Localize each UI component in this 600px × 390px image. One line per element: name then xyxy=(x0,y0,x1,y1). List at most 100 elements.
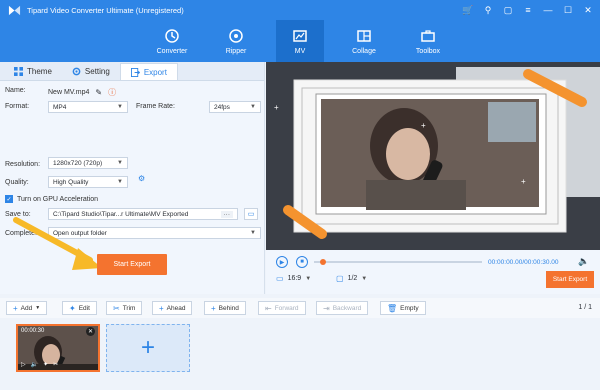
disc-icon xyxy=(229,28,243,43)
cart-icon[interactable]: 🛒 xyxy=(460,2,476,18)
progress-track[interactable] xyxy=(314,259,482,265)
mv-icon xyxy=(293,29,307,42)
trash-icon: 🗑 xyxy=(387,303,398,313)
setting-gear-icon xyxy=(72,67,81,76)
name-value-row: New MV.mp4 ✎ ⓘ xyxy=(48,87,116,98)
clip-timeline: 00:00:30 ✕ ▷ 🔈 ✦ ✂ + xyxy=(0,318,600,390)
name-value: New MV.mp4 xyxy=(48,89,90,96)
add-clip-placeholder[interactable]: + xyxy=(106,324,190,372)
chevron-down-icon: ▼ xyxy=(117,179,123,185)
backward-button[interactable]: ⇥ Backward xyxy=(316,301,369,315)
clip-audio-icon[interactable]: 🔈 xyxy=(31,361,38,368)
chevron-down-icon: ▼ xyxy=(35,305,41,311)
aspect-control[interactable]: ▭ 16:9 ▼ xyxy=(276,274,311,283)
tab-theme-label: Theme xyxy=(27,67,52,76)
play-icon[interactable]: ▶ xyxy=(276,256,288,268)
feedback-icon[interactable]: ▢ xyxy=(500,2,516,18)
tab-collage[interactable]: Collage xyxy=(340,20,388,62)
frame-rate-label: Frame Rate: xyxy=(136,103,175,110)
bottom-toolbar: + Add ▼ ✦ Edit ✂ Trim + Ahead + Behind ⇤ Forwar… xyxy=(0,298,600,318)
tab-converter[interactable]: Converter xyxy=(148,20,196,62)
ahead-button[interactable]: + Ahead xyxy=(152,301,193,315)
tab-toolbox[interactable]: Toolbox xyxy=(404,20,452,62)
behind-label: Behind xyxy=(218,304,239,312)
menu-icon[interactable]: ≡ xyxy=(520,2,536,18)
edit-name-icon[interactable]: ✎ xyxy=(95,88,102,97)
open-folder-icon[interactable]: ▭ xyxy=(244,208,258,220)
stop-icon[interactable]: ■ xyxy=(296,256,308,268)
tab-ripper[interactable]: Ripper xyxy=(212,20,260,62)
tab-export[interactable]: Export xyxy=(119,63,178,80)
resolution-select[interactable]: 1280x720 (720p) ▼ xyxy=(48,157,128,169)
add-button[interactable]: + Add ▼ xyxy=(6,301,48,315)
volume-icon[interactable]: 🔈 xyxy=(578,256,589,267)
aspect-value: 16:9 xyxy=(287,275,302,282)
video-preview: + + + xyxy=(266,62,600,250)
tab-converter-label: Converter xyxy=(156,47,188,55)
format-select[interactable]: MP4 ▼ xyxy=(48,101,128,113)
chevron-down-icon: ▼ xyxy=(117,104,123,110)
info-icon[interactable]: ⓘ xyxy=(108,87,116,98)
tab-setting[interactable]: Setting xyxy=(62,63,120,80)
start-export-button[interactable]: Start Export xyxy=(97,254,167,275)
clip-edit-icon[interactable]: ✦ xyxy=(43,361,48,368)
maximize-icon[interactable]: ☐ xyxy=(560,2,576,18)
clip-play-icon[interactable]: ▷ xyxy=(21,361,26,368)
quality-value: High Quality xyxy=(53,178,89,186)
tab-export-label: Export xyxy=(143,67,167,77)
resolution-value: 1280x720 (720p) xyxy=(53,159,103,167)
time-display: 00:00:00.00/00:00:30.00 xyxy=(488,259,559,266)
forward-label: Forward xyxy=(274,304,299,312)
behind-button[interactable]: + Behind xyxy=(204,301,246,315)
forward-button[interactable]: ⇤ Forward xyxy=(258,301,306,315)
quality-label: Quality: xyxy=(5,179,29,186)
tab-mv-label: MV xyxy=(294,47,306,55)
gpu-checkbox[interactable]: ✓ xyxy=(5,195,13,203)
player-controls: ▶ ■ 00:00:00.00/00:00:30.00 🔈 ▭ 16:9 ▼ ▢… xyxy=(266,250,600,294)
export-icon xyxy=(130,67,140,77)
gpu-label: Turn on GPU Acceleration xyxy=(17,195,99,203)
key-icon[interactable]: ⚲ xyxy=(480,2,496,18)
app-header: Tipard Video Converter Ultimate (Unregis… xyxy=(0,0,600,62)
remove-clip-icon[interactable]: ✕ xyxy=(86,327,95,336)
tab-toolbox-label: Toolbox xyxy=(415,47,441,55)
screen-control[interactable]: ▢ 1/2 ▼ xyxy=(336,274,367,283)
backward-label: Backward xyxy=(332,304,362,312)
name-label: Name: xyxy=(5,87,26,94)
chevron-down-icon: ▼ xyxy=(305,275,312,282)
tab-setting-label: Setting xyxy=(84,67,110,76)
panel-tabs: Theme Setting Export xyxy=(0,62,264,81)
pointer-arrow-icon xyxy=(13,217,102,270)
tab-ripper-label: Ripper xyxy=(225,47,247,55)
close-icon[interactable]: ✕ xyxy=(580,2,596,18)
empty-button[interactable]: 🗑 Empty xyxy=(380,301,426,315)
frame-rate-select[interactable]: 24fps ▼ xyxy=(209,101,261,113)
quality-row: Quality: xyxy=(5,179,29,186)
tab-theme[interactable]: Theme xyxy=(4,63,62,80)
chevron-down-icon: ▼ xyxy=(117,160,123,166)
trim-button[interactable]: ✂ Trim xyxy=(106,301,143,315)
browse-button[interactable]: ··· xyxy=(220,210,233,218)
name-row: Name: xyxy=(5,87,26,94)
app-logo-icon xyxy=(8,5,21,15)
app-title: Tipard Video Converter Ultimate (Unregis… xyxy=(27,5,184,15)
minimize-icon[interactable]: — xyxy=(540,2,556,18)
page-indicator: 1 / 1 xyxy=(578,304,592,311)
clip-trim-icon[interactable]: ✂ xyxy=(53,361,58,368)
preview-frame: + + + xyxy=(266,62,600,250)
quality-settings-gear-icon[interactable]: ⚙ xyxy=(138,174,145,183)
frame-rate-row: Frame Rate: xyxy=(136,103,175,110)
chevron-down-icon: ▼ xyxy=(250,230,256,236)
edit-button[interactable]: ✦ Edit xyxy=(62,301,97,315)
theme-icon xyxy=(14,67,23,76)
tab-mv[interactable]: MV xyxy=(276,20,324,62)
window-controls: 🛒 ⚲ ▢ ≡ — ☐ ✕ xyxy=(460,2,596,18)
progress-handle[interactable] xyxy=(320,259,326,265)
clip-thumbnail[interactable]: 00:00:30 ✕ ▷ 🔈 ✦ ✂ xyxy=(16,324,100,372)
plus-icon: + xyxy=(13,303,18,313)
empty-label: Empty xyxy=(400,304,419,312)
quality-select[interactable]: High Quality ▼ xyxy=(48,176,128,188)
frame-rate-value: 24fps xyxy=(214,103,230,111)
preview-start-export-button[interactable]: Start Export xyxy=(546,271,594,288)
settings-panel: Theme Setting Export Name: New MV.mp4 ✎ … xyxy=(0,62,265,294)
